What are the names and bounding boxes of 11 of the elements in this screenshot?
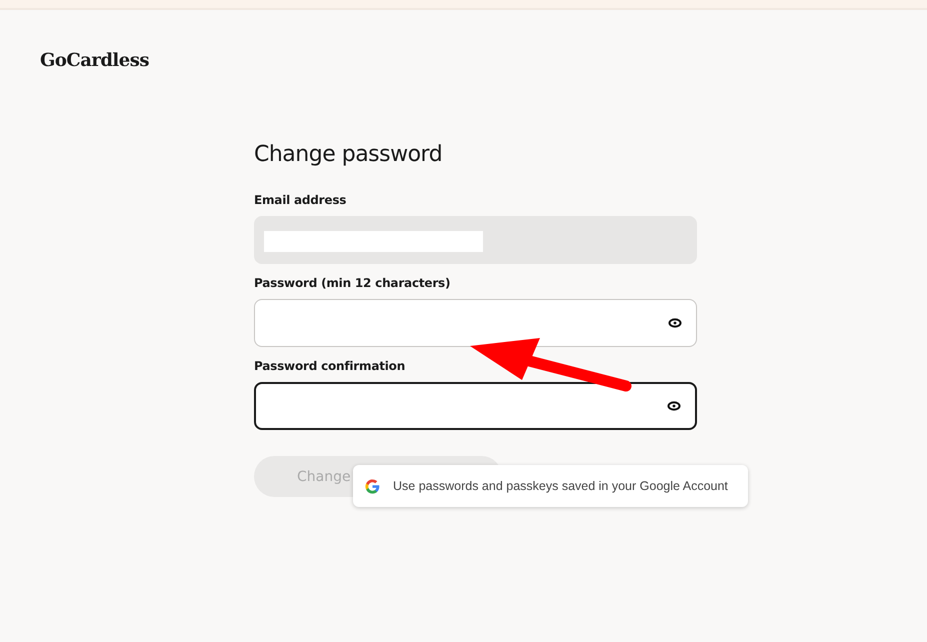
- eye-icon[interactable]: [668, 318, 682, 328]
- field-label: Password confirmation: [254, 359, 406, 373]
- logo: GoCardless: [40, 50, 149, 71]
- g-logo-icon: [364, 478, 381, 494]
- field-label: Email address: [254, 193, 348, 207]
- eye-icon[interactable]: [667, 401, 681, 411]
- field-label: Password (min 12 characters): [254, 276, 452, 290]
- input-field[interactable]: [254, 382, 697, 430]
- page-title: Change password: [254, 142, 444, 167]
- autofill-suggestion: Use passwords and passkeys saved in your Google Account: [393, 479, 728, 493]
- autofill-popup[interactable]: Use passwords and passkeys saved in your Google Account: [353, 465, 748, 507]
